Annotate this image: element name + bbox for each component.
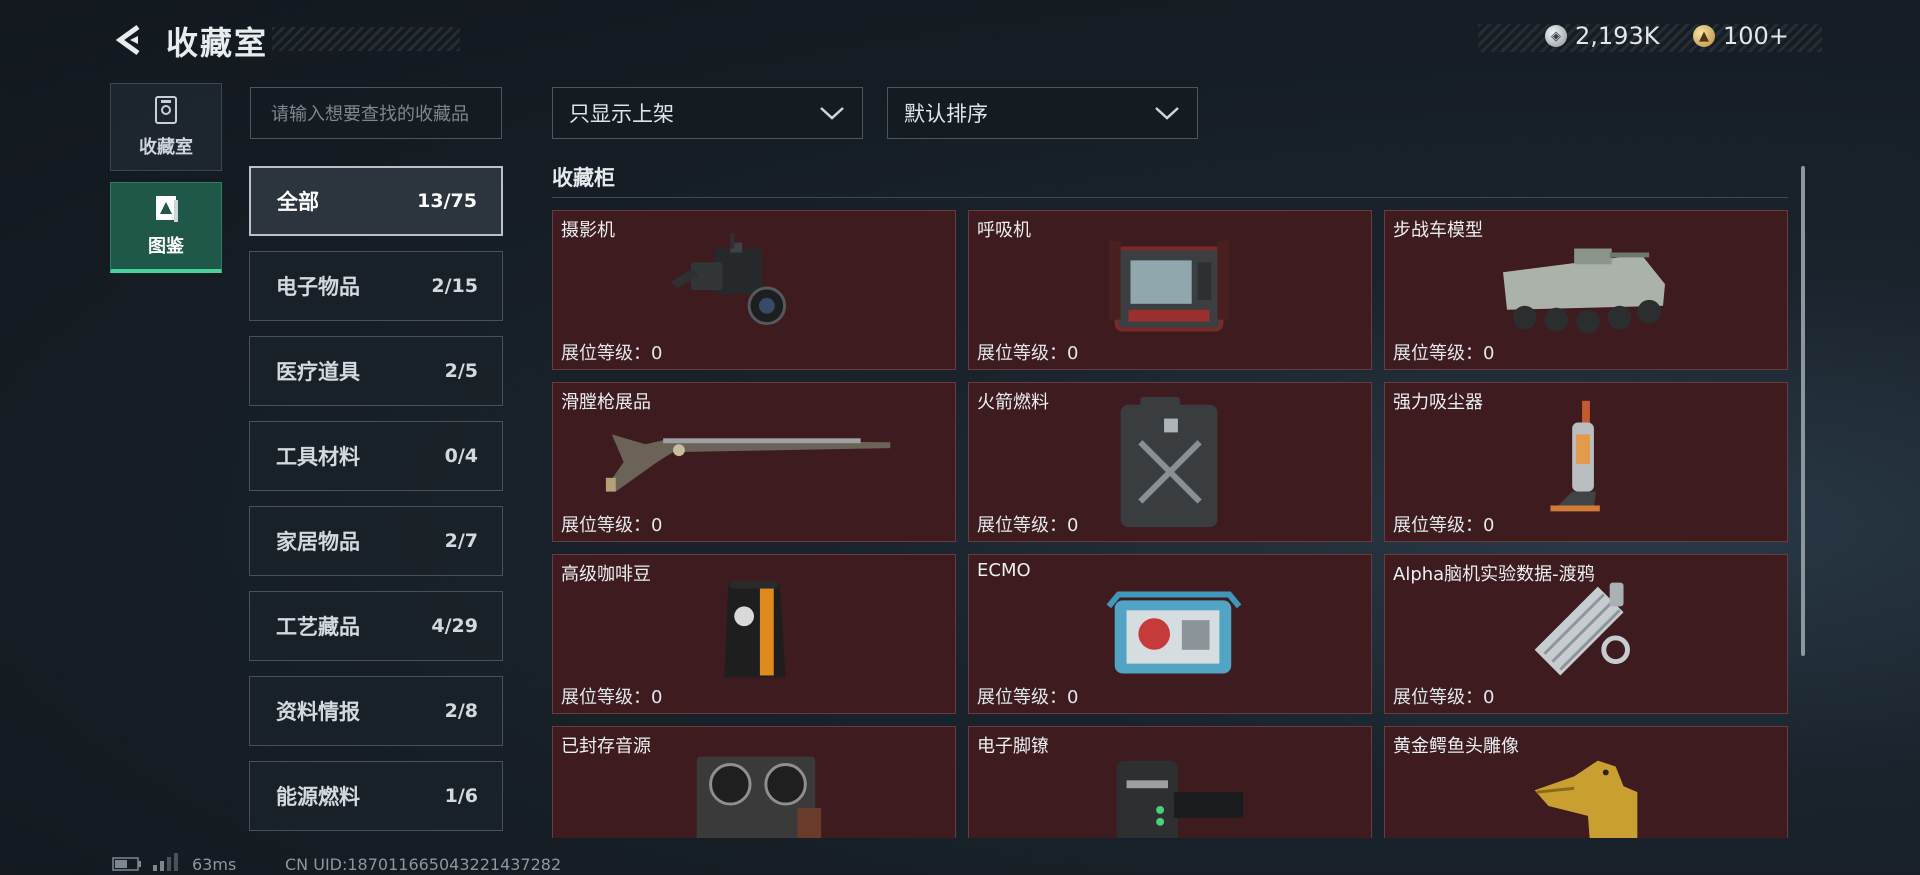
collectible-card[interactable]: 已封存音源 (552, 726, 956, 838)
category-count: 0/4 (444, 445, 478, 467)
collectible-name: 已封存音源 (561, 736, 651, 757)
category-crafts[interactable]: 工艺藏品 4/29 (249, 591, 503, 661)
category-medical[interactable]: 医疗道具 2/5 (249, 336, 503, 406)
battery-icon (112, 856, 142, 875)
category-name: 能源燃料 (276, 785, 360, 809)
gold-coin-icon: ▲ (1693, 25, 1715, 47)
category-count: 2/5 (444, 360, 478, 382)
collection-room-icon (155, 96, 177, 124)
category-name: 电子物品 (276, 275, 360, 299)
collectible-card[interactable]: 滑膛枪展品 展位等级：0 (552, 382, 956, 542)
category-tools[interactable]: 工具材料 0/4 (249, 421, 503, 491)
collectible-card[interactable]: 呼吸机 展位等级：0 (968, 210, 1372, 370)
category-all[interactable]: 全部 13/75 (249, 166, 503, 236)
collectible-card[interactable]: ECMO 展位等级：0 (968, 554, 1372, 714)
collectible-card[interactable]: Alpha脑机实验数据-渡鸦 展位等级：0 (1384, 554, 1788, 714)
catalog-icon (156, 196, 178, 222)
page-title: 收藏室 (166, 24, 269, 62)
chevron-down-icon (820, 107, 844, 120)
scrollbar[interactable] (1801, 166, 1805, 656)
collectible-name: 强力吸尘器 (1393, 392, 1483, 413)
collectible-name: 呼吸机 (977, 220, 1031, 241)
category-name: 资料情报 (276, 700, 360, 724)
sort-dropdown[interactable]: 默认排序 (887, 87, 1198, 139)
category-electronics[interactable]: 电子物品 2/15 (249, 251, 503, 321)
silver-coin-icon: ◈ (1545, 25, 1567, 47)
collectible-name: 黄金鳄鱼头雕像 (1393, 736, 1519, 757)
category-count: 1/6 (444, 785, 478, 807)
search-field[interactable] (250, 87, 502, 140)
signal-icon (152, 853, 178, 875)
side-nav-label: 图鉴 (148, 236, 184, 257)
collectible-card[interactable]: 电子脚镣 (968, 726, 1372, 838)
silver-currency: ◈ 2,193K (1545, 22, 1659, 50)
collectible-card[interactable]: 摄影机 展位等级：0 (552, 210, 956, 370)
collectible-name: 滑膛枪展品 (561, 392, 651, 413)
category-household[interactable]: 家居物品 2/7 (249, 506, 503, 576)
collectible-card[interactable]: 高级咖啡豆 展位等级：0 (552, 554, 956, 714)
display-filter-value: 只显示上架 (569, 102, 674, 126)
collectible-name: 电子脚镣 (977, 736, 1049, 757)
divider (552, 197, 1788, 198)
category-name: 工具材料 (276, 445, 360, 469)
collectible-name: 火箭燃料 (977, 392, 1049, 413)
collectible-level: 展位等级：0 (1393, 343, 1495, 364)
collectible-level: 展位等级：0 (1393, 687, 1495, 708)
category-count: 4/29 (431, 615, 478, 637)
collectible-level: 展位等级：0 (977, 687, 1079, 708)
back-arrow-icon (115, 24, 140, 56)
category-name: 医疗道具 (276, 360, 360, 384)
collectible-card[interactable]: 步战车模型 展位等级：0 (1384, 210, 1788, 370)
gold-currency[interactable]: ▲ 100+ (1693, 22, 1789, 50)
collectible-name: 高级咖啡豆 (561, 564, 651, 585)
silver-currency-value: 2,193K (1575, 22, 1660, 50)
category-name: 家居物品 (276, 530, 360, 554)
ping-text: 63ms (192, 855, 237, 874)
display-filter-dropdown[interactable]: 只显示上架 (552, 87, 863, 139)
chevron-down-icon (1155, 107, 1179, 120)
category-energy[interactable]: 能源燃料 1/6 (249, 761, 503, 831)
side-nav-collection-room[interactable]: 收藏室 (110, 83, 222, 171)
cabinet-grid: 摄影机 展位等级：0 呼吸机 展位等级：0 步战车模型 展位等级：0 滑膛枪展品… (552, 210, 1792, 838)
collectible-level: 展位等级：0 (561, 343, 663, 364)
collectible-level: 展位等级：0 (561, 687, 663, 708)
title-decoration (272, 27, 460, 51)
category-count: 13/75 (417, 190, 477, 212)
collectible-card[interactable]: 黄金鳄鱼头雕像 (1384, 726, 1788, 838)
collectible-name: 摄影机 (561, 220, 615, 241)
collectible-name: 步战车模型 (1393, 220, 1483, 241)
category-name: 全部 (277, 190, 319, 214)
collectible-level: 展位等级：0 (977, 515, 1079, 536)
category-name: 工艺藏品 (276, 615, 360, 639)
category-count: 2/7 (444, 530, 478, 552)
collectible-level: 展位等级：0 (1393, 515, 1495, 536)
collectible-name: ECMO (977, 560, 1031, 581)
uid-text: CN UID:18701166504322143728​2 (285, 855, 562, 874)
search-input[interactable] (269, 88, 487, 140)
gold-currency-value: 100+ (1723, 22, 1789, 50)
category-count: 2/15 (431, 275, 478, 297)
side-nav-label: 收藏室 (139, 137, 193, 158)
collectible-level: 展位等级：0 (561, 515, 663, 536)
collectible-name: Alpha脑机实验数据-渡鸦 (1393, 564, 1595, 585)
cabinet-title: 收藏柜 (552, 166, 615, 190)
collectible-card[interactable]: 强力吸尘器 展位等级：0 (1384, 382, 1788, 542)
back-button[interactable] (108, 20, 150, 60)
sort-value: 默认排序 (904, 102, 988, 126)
category-intel[interactable]: 资料情报 2/8 (249, 676, 503, 746)
collectible-card[interactable]: 火箭燃料 展位等级：0 (968, 382, 1372, 542)
category-count: 2/8 (444, 700, 478, 722)
side-nav-catalog[interactable]: 图鉴 (110, 182, 222, 273)
collectible-level: 展位等级：0 (977, 343, 1079, 364)
